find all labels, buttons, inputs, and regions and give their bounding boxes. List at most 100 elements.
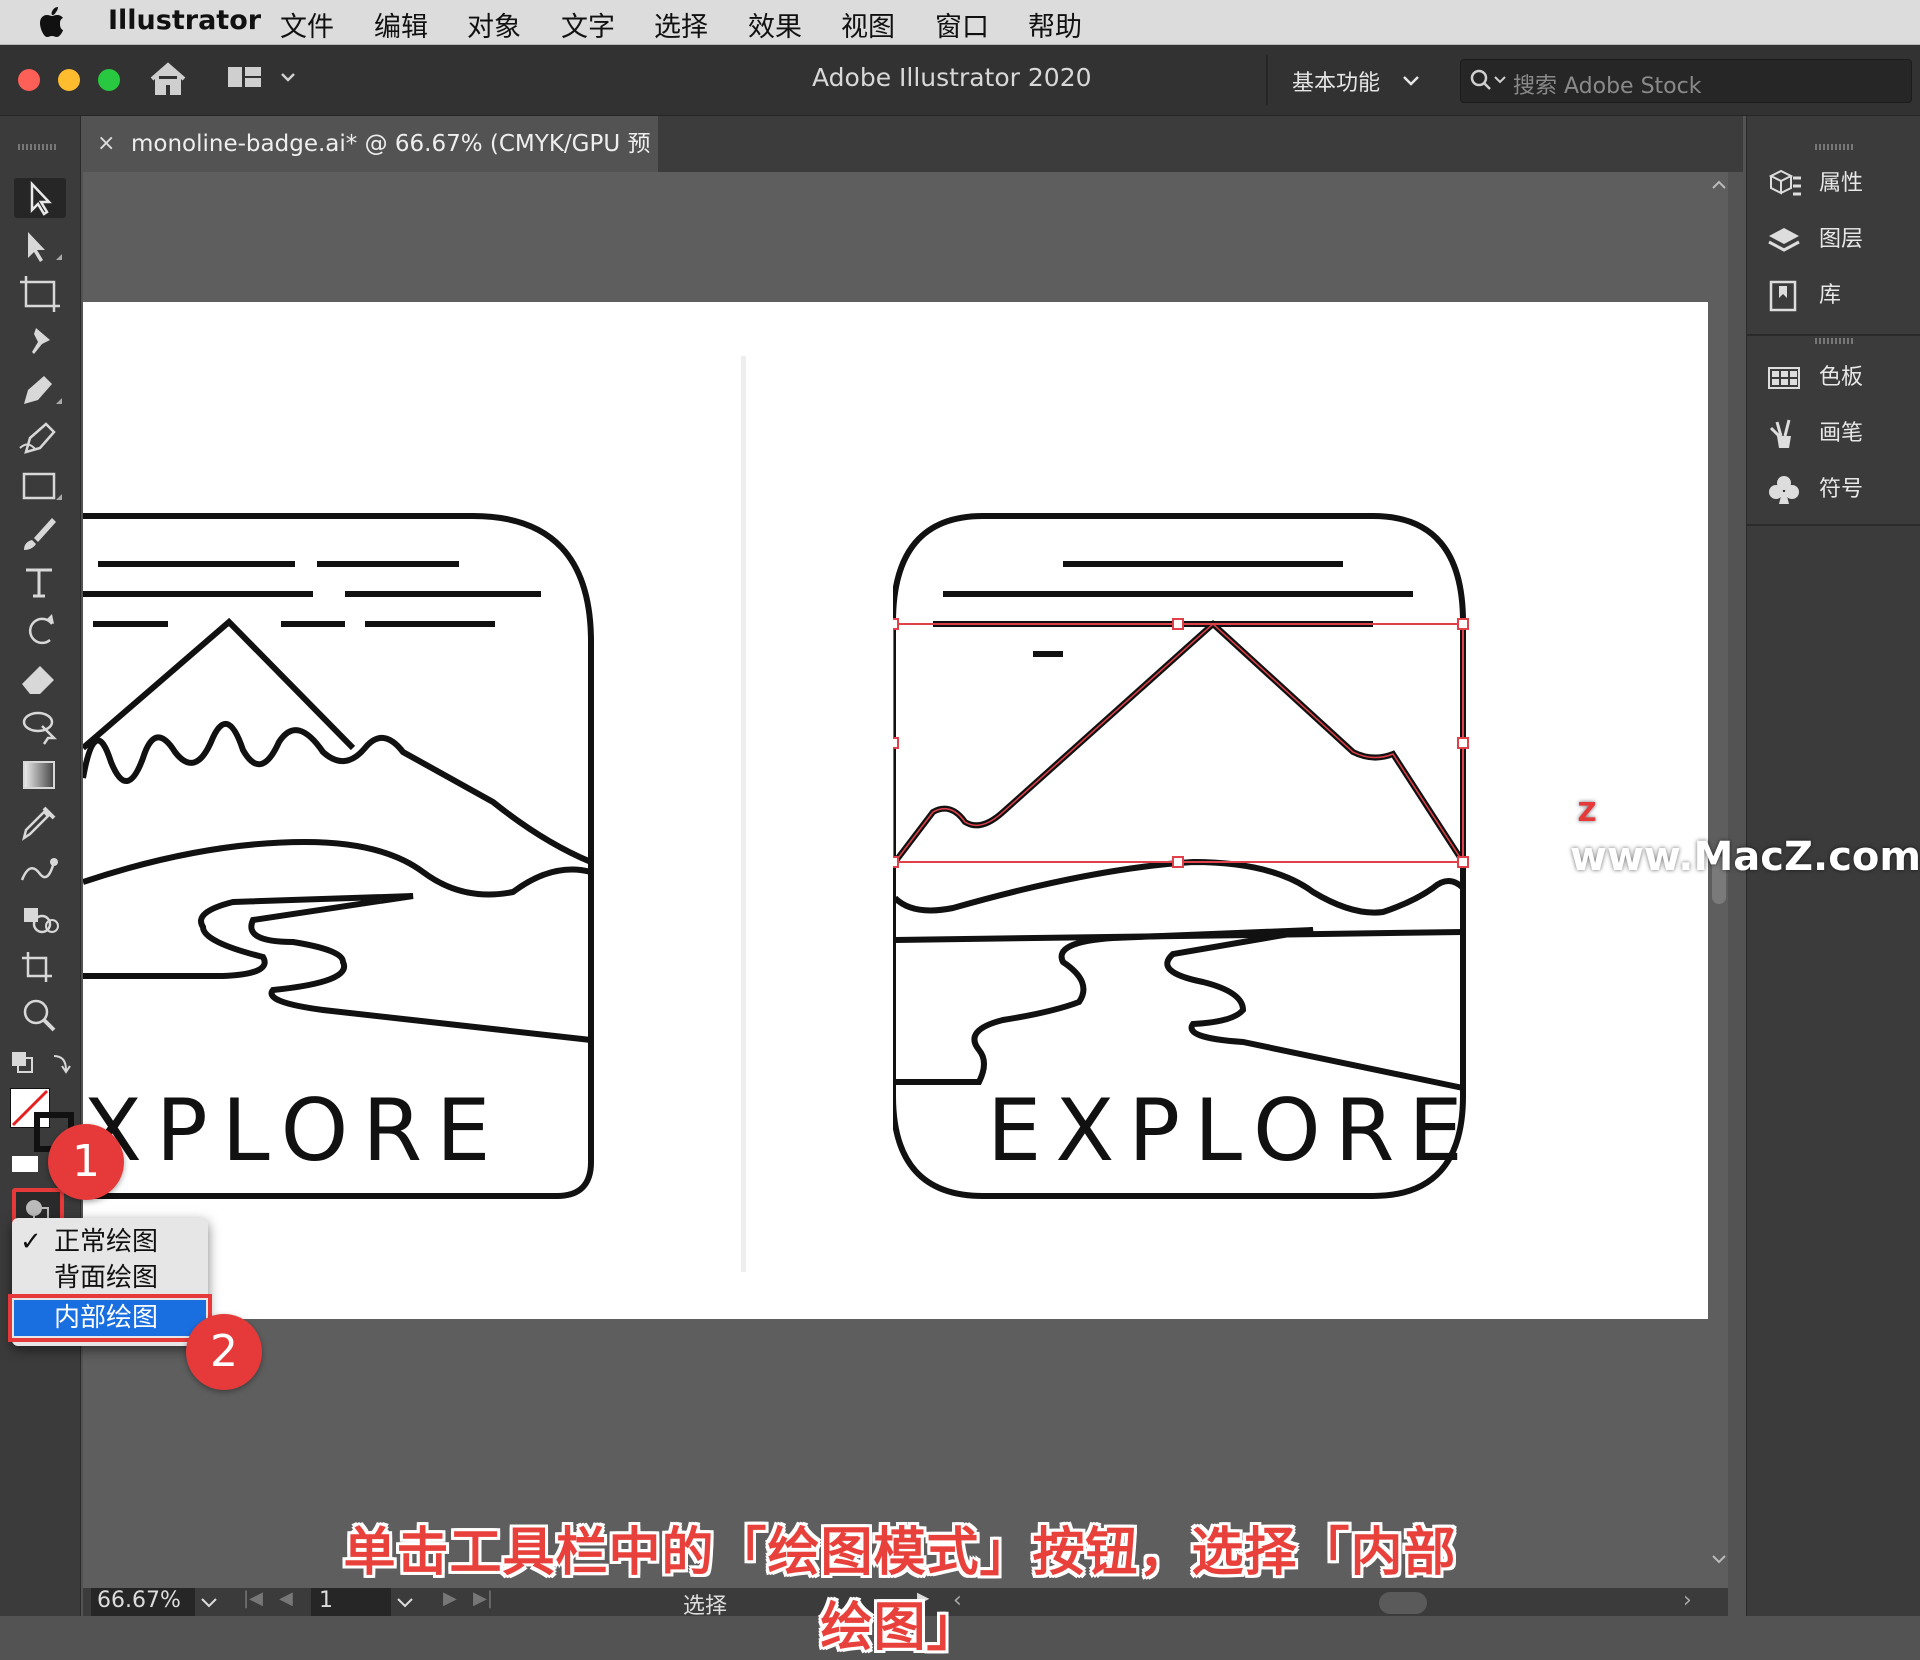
direct-selection-icon: [28, 232, 62, 262]
app-titlebar: Adobe Illustrator 2020 基本功能 搜索 Adobe Sto…: [0, 45, 1920, 116]
puppet-warp-tool[interactable]: [14, 322, 66, 362]
draw-behind-option[interactable]: 背面绘图: [12, 1260, 208, 1296]
eyedropper-icon: [22, 806, 56, 841]
artboard-tool[interactable]: [14, 274, 66, 314]
draw-normal-option[interactable]: ✓ 正常绘图: [12, 1224, 208, 1260]
pin-icon: [32, 328, 50, 354]
gradient-tool[interactable]: [14, 754, 66, 794]
macz-logo-icon: Z: [1570, 796, 1604, 830]
panel-grip: [18, 144, 58, 150]
search-icon: [1470, 69, 1506, 90]
menu-file[interactable]: 文件: [280, 5, 334, 44]
apple-icon[interactable]: [40, 6, 68, 38]
eyedropper-tool[interactable]: [14, 802, 66, 842]
curvature-pen-icon: [19, 422, 56, 454]
zoom-level-value: 66.67%: [97, 1588, 181, 1613]
menu-view[interactable]: 视图: [841, 5, 895, 44]
panel-separator: [1747, 524, 1920, 526]
minimize-window-button[interactable]: [58, 69, 80, 91]
right-badge-artwork[interactable]: EXPLORE: [893, 302, 1673, 1319]
home-icon[interactable]: [148, 61, 188, 97]
panel-grip: [1815, 144, 1855, 150]
scroll-up-icon[interactable]: [1710, 178, 1728, 192]
zoom-icon: [23, 999, 56, 1032]
rotate-tool[interactable]: [14, 610, 66, 650]
previous-artboard-icon[interactable]: ◀: [279, 1588, 293, 1609]
draw-mode-menu: ✓ 正常绘图 背面绘图 内部绘图: [8, 1218, 212, 1346]
selection-tool[interactable]: [14, 178, 66, 218]
layers-label: 图层: [1819, 227, 1864, 252]
first-artboard-icon[interactable]: |◀: [243, 1588, 263, 1609]
layers-panel-button[interactable]: 图层: [1767, 220, 1917, 260]
menu-type[interactable]: 文字: [561, 5, 615, 44]
symbols-club-icon: [1769, 476, 1799, 504]
libraries-panel-button[interactable]: 库: [1767, 276, 1917, 316]
menu-effect[interactable]: 效果: [748, 5, 802, 44]
brushes-icon: [1769, 419, 1791, 448]
brushes-label: 画笔: [1819, 421, 1864, 446]
artboard[interactable]: XPLORE EXPLORE: [83, 302, 1708, 1319]
swatches-panel-button[interactable]: 色板: [1767, 358, 1917, 398]
swatches-icon: [1768, 367, 1800, 389]
symbol-sprayer-tool[interactable]: [14, 898, 66, 938]
paintbrush-tool[interactable]: [14, 514, 66, 554]
menu-window[interactable]: 窗口: [935, 5, 989, 44]
rotate-icon: [29, 614, 54, 645]
menu-help[interactable]: 帮助: [1028, 5, 1082, 44]
curvature-tool[interactable]: [14, 418, 66, 458]
tutorial-caption: 单击工具栏中的「绘图模式」按钮，选择「内部绘图」: [343, 1523, 1457, 1658]
document-tab[interactable]: × monoline-badge.ai* @ 66.67% (CMYK/GPU …: [83, 116, 658, 213]
libraries-label: 库: [1819, 283, 1842, 308]
lasso-icon: [22, 711, 58, 745]
stock-search-input[interactable]: 搜索 Adobe Stock: [1460, 59, 1912, 103]
color-mode-button[interactable]: [12, 1156, 38, 1172]
left-badge-artwork[interactable]: XPLORE: [83, 302, 703, 1319]
pen-icon: [24, 376, 62, 404]
rectangle-tool[interactable]: [14, 466, 66, 506]
zoom-window-button[interactable]: [98, 69, 120, 91]
draw-inside-option[interactable]: 内部绘图: [8, 1294, 212, 1342]
menu-edit[interactable]: 编辑: [374, 5, 428, 44]
direct-selection-tool[interactable]: [14, 226, 66, 266]
zoom-level-field[interactable]: 66.67%: [91, 1588, 195, 1616]
type-icon: [26, 568, 52, 598]
symbols-label: 符号: [1819, 477, 1864, 502]
close-window-button[interactable]: [18, 69, 40, 91]
chevron-down-icon[interactable]: [1402, 75, 1420, 87]
watermark-text: www.MacZ.com: [1570, 834, 1920, 880]
draw-behind-label: 背面绘图: [54, 1263, 159, 1293]
menu-app-name[interactable]: Illustrator: [108, 5, 261, 36]
blend-tool[interactable]: [14, 850, 66, 890]
shape-builder-tool[interactable]: [14, 706, 66, 746]
properties-icon: [1768, 169, 1801, 196]
slice-tool[interactable]: [14, 946, 66, 986]
eraser-icon: [22, 666, 54, 694]
panel-grip: [1815, 338, 1855, 344]
type-tool[interactable]: [14, 562, 66, 602]
step-badge-1: 1: [48, 1124, 124, 1200]
symbols-panel-button[interactable]: 符号: [1767, 470, 1917, 510]
scroll-right-icon[interactable]: ›: [1683, 1588, 1692, 1613]
left-badge-text: XPLORE: [83, 1081, 504, 1181]
rectangle-icon: [22, 472, 62, 500]
layers-icon: [1768, 228, 1800, 252]
arrange-documents-icon[interactable]: [228, 63, 298, 93]
pen-tool[interactable]: [14, 370, 66, 410]
eraser-tool[interactable]: [14, 658, 66, 698]
brushes-panel-button[interactable]: 画笔: [1767, 414, 1917, 454]
zoom-tool[interactable]: [14, 994, 66, 1034]
properties-panel-button[interactable]: 属性: [1767, 164, 1917, 204]
checkmark-icon: ✓: [20, 1227, 42, 1257]
menu-select[interactable]: 选择: [654, 5, 708, 44]
chevron-down-icon[interactable]: [199, 1596, 219, 1610]
panel-separator: [1747, 334, 1920, 336]
scroll-down-icon[interactable]: [1710, 1552, 1728, 1566]
close-tab-icon[interactable]: ×: [97, 116, 115, 172]
workspace-switcher[interactable]: 基本功能: [1292, 65, 1380, 97]
divider: [1266, 55, 1268, 105]
swap-fill-stroke-icon[interactable]: [8, 1048, 72, 1082]
menu-object[interactable]: 对象: [467, 5, 521, 44]
vertical-scrollbar[interactable]: [1710, 172, 1728, 1588]
blend-icon: [20, 858, 58, 881]
mac-menubar: Illustrator 文件 编辑 对象 文字 选择 效果 视图 窗口 帮助: [0, 0, 1920, 45]
